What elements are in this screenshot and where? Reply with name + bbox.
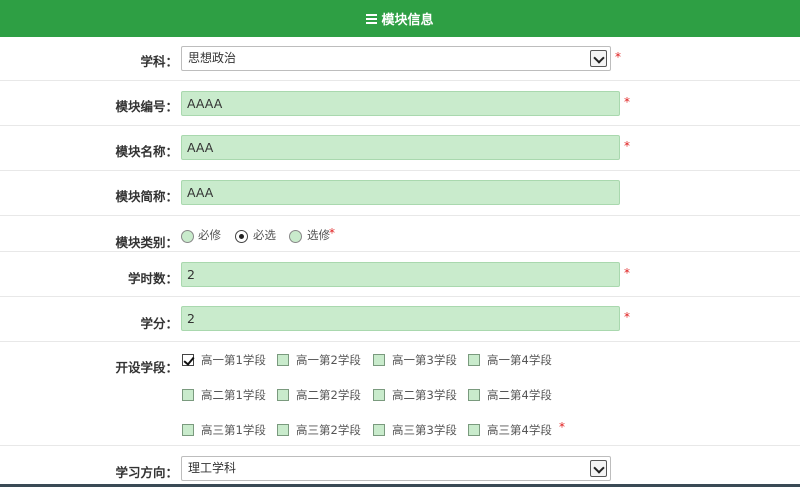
subject-label: 学科： <box>140 54 178 69</box>
term-label: 高二第4学段 <box>487 388 552 402</box>
module-code-input[interactable]: AAAA <box>181 91 620 116</box>
term-checkbox[interactable] <box>373 389 385 401</box>
module-short-input[interactable]: AAA <box>181 180 620 205</box>
term-label: 高一第2学段 <box>296 353 361 367</box>
required-mark: * <box>624 139 630 153</box>
required-mark: * <box>624 266 630 280</box>
chevron-down-icon[interactable] <box>590 460 607 477</box>
module-type-row: 模块类别： 必修 必选 选修 * <box>0 216 800 252</box>
module-short-label: 模块简称： <box>115 189 178 204</box>
terms-label: 开设学段： <box>115 360 178 375</box>
term-checkbox[interactable] <box>182 389 194 401</box>
term-checkbox[interactable] <box>182 354 194 366</box>
module-name-row: 模块名称： AAA * <box>0 126 800 171</box>
required-mark: * <box>615 50 621 64</box>
menu-icon <box>366 13 378 24</box>
term-label: 高二第3学段 <box>392 388 457 402</box>
module-type-label: 模块类别： <box>115 235 178 250</box>
term-checkbox[interactable] <box>182 424 194 436</box>
term-label: 高一第3学段 <box>392 353 457 367</box>
required-mark: * <box>624 95 630 109</box>
radio-core-elective-label: 必选 <box>253 228 276 242</box>
term-checkbox[interactable] <box>277 354 289 366</box>
term-checkbox[interactable] <box>277 424 289 436</box>
radio-required-label: 必修 <box>198 228 221 242</box>
term-checkbox[interactable] <box>468 389 480 401</box>
subject-row: 学科： 思想政治 * <box>0 37 800 81</box>
term-label: 高一第1学段 <box>201 353 266 367</box>
direction-select-value: 理工学科 <box>188 461 237 475</box>
module-name-input[interactable]: AAA <box>181 135 620 160</box>
radio-core-elective[interactable] <box>235 230 248 243</box>
module-code-label: 模块编号： <box>115 99 178 114</box>
term-checkbox[interactable] <box>277 389 289 401</box>
radio-elective[interactable] <box>289 230 302 243</box>
hours-input[interactable]: 2 <box>181 262 620 287</box>
hours-label: 学时数： <box>127 271 178 286</box>
required-mark: * <box>624 310 630 324</box>
term-checkbox[interactable] <box>468 354 480 366</box>
subject-select[interactable]: 思想政治 <box>181 46 611 71</box>
module-code-row: 模块编号： AAAA * <box>0 81 800 126</box>
module-name-label: 模块名称： <box>115 144 178 159</box>
term-label: 高三第4学段 <box>487 423 552 437</box>
module-short-row: 模块简称： AAA <box>0 171 800 216</box>
radio-elective-label: 选修 <box>307 228 330 242</box>
required-mark: * <box>329 226 335 240</box>
direction-label: 学习方向： <box>115 465 178 480</box>
hours-row: 学时数： 2 * <box>0 252 800 297</box>
credit-row: 学分： 2 * <box>0 297 800 342</box>
term-label: 高三第1学段 <box>201 423 266 437</box>
radio-required[interactable] <box>181 230 194 243</box>
required-mark: * <box>559 420 565 434</box>
term-label: 高三第3学段 <box>392 423 457 437</box>
term-label: 高三第2学段 <box>296 423 361 437</box>
term-label: 高二第1学段 <box>201 388 266 402</box>
direction-select[interactable]: 理工学科 <box>181 456 611 481</box>
direction-row: 学习方向： 理工学科 <box>0 446 800 484</box>
term-label: 高一第4学段 <box>487 353 552 367</box>
terms-row: 开设学段： 高一第1学段 高一第2学段 高一第3学段 高一第4学段 高二第1学段… <box>0 342 800 446</box>
term-label: 高二第2学段 <box>296 388 361 402</box>
subject-select-value: 思想政治 <box>188 51 237 65</box>
term-checkbox[interactable] <box>468 424 480 436</box>
term-checkbox[interactable] <box>373 424 385 436</box>
chevron-down-icon[interactable] <box>590 50 607 67</box>
term-checkbox[interactable] <box>373 354 385 366</box>
form-title: 模块信息 <box>381 13 434 28</box>
credit-label: 学分： <box>140 316 178 331</box>
form-header: 模块信息 <box>0 0 800 37</box>
credit-input[interactable]: 2 <box>181 306 620 331</box>
